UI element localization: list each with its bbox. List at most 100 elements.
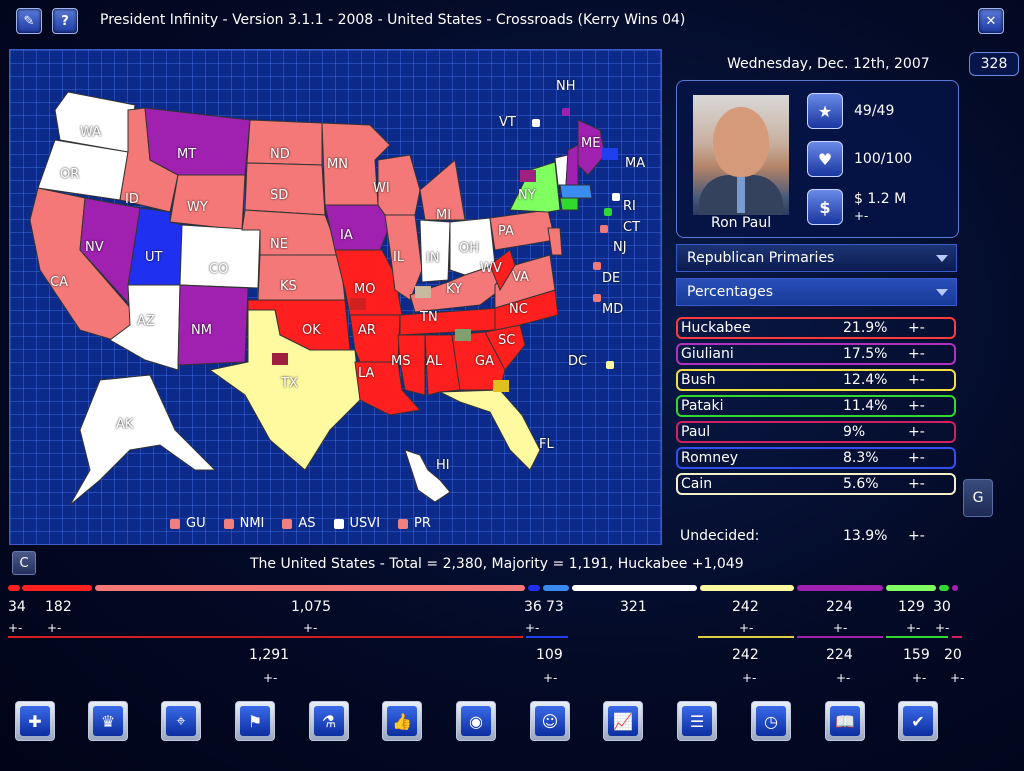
label-ct: CT: [623, 220, 641, 235]
delegate-pm: +-: [906, 621, 921, 635]
turn-counter[interactable]: 328: [969, 52, 1019, 76]
funds-value: $ 1.2 M: [854, 191, 907, 207]
label-sd: SD: [270, 188, 289, 203]
podcast-button[interactable]: ◉: [456, 701, 496, 741]
label-wi: WI: [373, 181, 390, 196]
delegate-pm: +-: [47, 621, 62, 635]
chart-button[interactable]: 📈: [603, 701, 643, 741]
label-va: VA: [512, 270, 529, 285]
state-nj: [547, 227, 563, 256]
dollar-icon[interactable]: $: [807, 189, 843, 225]
flag-button[interactable]: ⚑: [235, 701, 275, 741]
crown-button[interactable]: ♛: [88, 701, 128, 741]
label-nh: NH: [556, 79, 576, 94]
vt-marker: [532, 119, 540, 127]
label-or: OR: [60, 167, 80, 182]
help-button[interactable]: ?: [52, 8, 78, 34]
territory-nmi[interactable]: NMI: [223, 516, 264, 531]
poll-row-romney[interactable]: Romney 8.3% +-: [676, 447, 956, 469]
delegate-pm: +-: [8, 621, 23, 635]
poll-row-bush[interactable]: Bush 12.4% +-: [676, 369, 956, 391]
candidate-portrait[interactable]: [693, 95, 789, 215]
close-button[interactable]: ✕: [978, 8, 1004, 34]
bar-segment-1: [8, 585, 20, 591]
poll-candidate: Cain: [681, 476, 713, 492]
state-ks: [257, 254, 346, 301]
territory-legend: GU NMI AS USVI PR: [170, 516, 431, 531]
poll-pm: +-: [908, 476, 925, 492]
territory-label: GU: [186, 516, 206, 531]
label-ia: IA: [340, 228, 353, 243]
document-icon: ☰: [682, 706, 712, 736]
territory-pr[interactable]: PR: [398, 516, 431, 531]
c-button[interactable]: C: [12, 551, 36, 575]
star-glyph: ★: [817, 101, 833, 121]
delegate-pm: +-: [303, 621, 318, 635]
territory-usvi[interactable]: USVI: [333, 516, 380, 531]
race-dropdown-value: Republican Primaries: [687, 250, 835, 266]
state-ia: [324, 204, 391, 251]
territory-dot: [282, 518, 293, 529]
poll-pm: +-: [908, 450, 925, 466]
label-mi: MI: [436, 208, 452, 223]
us-map[interactable]: WA OR CA NV ID MT WY UT CO AZ NM ND SD N…: [9, 49, 662, 545]
label-wa: WA: [80, 125, 102, 140]
label-ut: UT: [145, 250, 163, 265]
ct-marker: [604, 208, 612, 216]
person-button[interactable]: ☺: [530, 701, 570, 741]
g-button[interactable]: G: [963, 479, 993, 517]
window-title: President Infinity - Version 3.1.1 - 200…: [100, 12, 686, 28]
flag-tn: [415, 286, 431, 298]
reader-button[interactable]: 📖: [825, 701, 865, 741]
mode-dropdown-value: Percentages: [687, 284, 774, 300]
poll-row-pataki[interactable]: Pataki 11.4% +-: [676, 395, 956, 417]
poll-row-giuliani[interactable]: Giuliani 17.5% +-: [676, 343, 956, 365]
label-pa: PA: [498, 224, 514, 239]
mode-dropdown[interactable]: Percentages: [676, 278, 957, 306]
portrait-face: [713, 107, 769, 177]
label-co: CO: [209, 262, 229, 277]
heart-glyph: ♥: [817, 149, 833, 169]
flask-button[interactable]: ⚗: [309, 701, 349, 741]
thumbs-up-button[interactable]: 👍: [382, 701, 422, 741]
clock-button[interactable]: ◷: [751, 701, 791, 741]
label-nm: NM: [191, 323, 212, 338]
state-ct: [559, 197, 579, 211]
poll-row-paul[interactable]: Paul 9% +-: [676, 421, 956, 443]
label-tx: TX: [281, 376, 298, 391]
undecided-label: Undecided:: [680, 528, 760, 544]
edit-button[interactable]: ✎: [16, 8, 42, 34]
delegate-pm: +-: [739, 621, 754, 635]
poll-row-cain[interactable]: Cain 5.6% +-: [676, 473, 956, 495]
portrait-tie: [737, 177, 745, 213]
poll-pct: 11.4%: [843, 398, 888, 414]
label-in: IN: [426, 251, 440, 266]
flask-icon: ⚗: [314, 706, 344, 736]
poll-pm: +-: [908, 424, 925, 440]
label-mo: MO: [354, 282, 376, 297]
label-ok: OK: [302, 323, 321, 338]
flag-ny: [520, 170, 536, 182]
bar-segment-10: [939, 585, 949, 591]
label-nv: NV: [85, 240, 104, 255]
underline-bush: [698, 636, 794, 638]
territory-gu[interactable]: GU: [170, 516, 206, 531]
flag-ma: [602, 148, 618, 160]
heart-icon[interactable]: ♥: [807, 141, 843, 177]
puzzle-button[interactable]: ✚: [15, 701, 55, 741]
bar-segment-2: [22, 585, 92, 591]
satellite-button[interactable]: ⌖: [161, 701, 201, 741]
podcast-icon: ◉: [461, 706, 491, 736]
territory-as[interactable]: AS: [282, 516, 316, 531]
state-nh: [565, 144, 579, 186]
document-button[interactable]: ☰: [677, 701, 717, 741]
race-dropdown[interactable]: Republican Primaries: [676, 244, 957, 272]
label-ne: NE: [270, 237, 288, 252]
territory-dot: [333, 518, 344, 529]
check-button[interactable]: ✔: [898, 701, 938, 741]
poll-pct: 17.5%: [843, 346, 888, 362]
star-icon[interactable]: ★: [807, 93, 843, 129]
label-ar: AR: [358, 323, 376, 338]
poll-row-huckabee[interactable]: Huckabee 21.9% +-: [676, 317, 956, 339]
state-ny: [509, 161, 561, 213]
